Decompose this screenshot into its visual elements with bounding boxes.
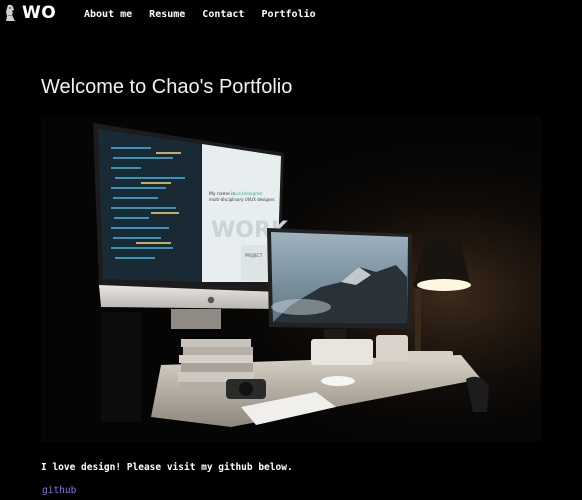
nav-link-about-me[interactable]: About me (84, 9, 132, 20)
description-text: I love design! Please visit my github be… (41, 462, 293, 473)
nav-link-resume[interactable]: Resume (149, 9, 185, 20)
box (376, 335, 408, 361)
dark-objects (101, 312, 141, 422)
nav-link-portfolio[interactable]: Portfolio (261, 9, 315, 20)
camera (226, 379, 266, 399)
imac-monitor: My name is (un)designer multi-disciplina… (93, 123, 289, 329)
page-title: Welcome to Chao's Portfolio (41, 76, 293, 98)
screen-project: PROJECT (245, 253, 263, 258)
statue-icon (6, 4, 15, 21)
nav-links: About me Resume Contact Portfolio (84, 9, 333, 20)
mouse (321, 376, 355, 386)
logo-text: WO (22, 3, 57, 23)
screen-rest: multi-disciplinary UI/UX designer. (209, 197, 275, 202)
desk-setup-illustration: My name is (un)designer multi-disciplina… (41, 117, 541, 442)
speaker (311, 339, 373, 365)
logo[interactable]: WO (4, 2, 56, 24)
nav-link-contact[interactable]: Contact (202, 9, 244, 20)
top-nav: WO About me Resume Contact Portfolio (0, 0, 582, 30)
hero-image: My name is (un)designer multi-disciplina… (41, 117, 541, 442)
github-link[interactable]: github (42, 485, 76, 496)
page: WO About me Resume Contact Portfolio Wel… (0, 0, 582, 500)
